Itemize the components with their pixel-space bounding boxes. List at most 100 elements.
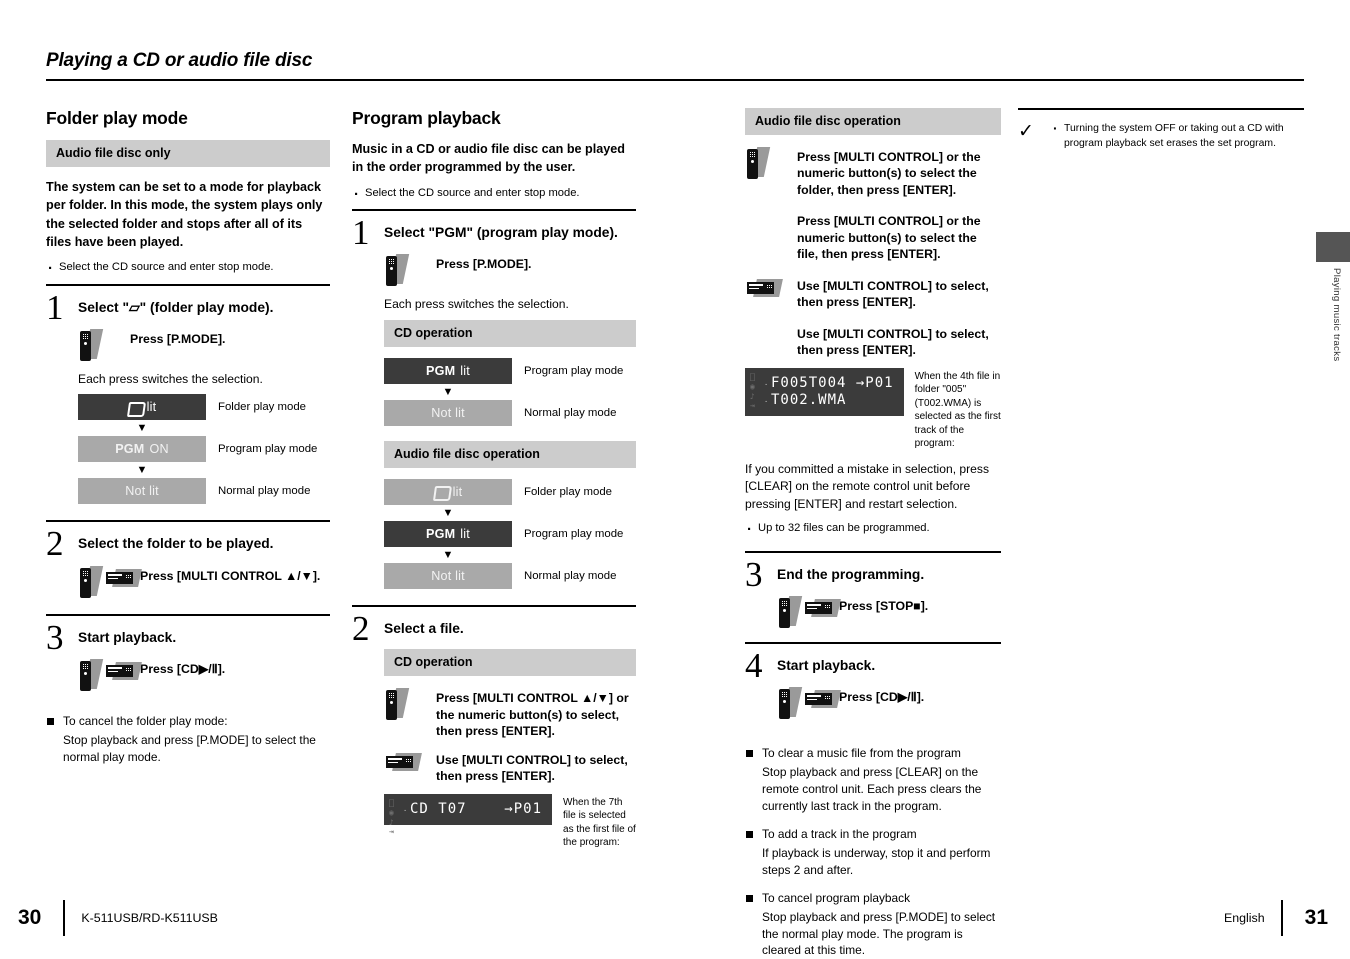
mode-label: Program play mode [524, 527, 624, 540]
step-content: CD operation Press [MULTI CONTROL ▲/▼] o… [384, 649, 636, 849]
lcd-line-1: CD T07 →P01 [410, 800, 543, 817]
graybar-cd-operation: CD operation [384, 319, 636, 347]
cancel-folder-mode-title: To cancel the folder play mode: [46, 713, 330, 730]
mode-label: Program play mode [524, 364, 624, 377]
mode-label: Folder play mode [524, 485, 613, 498]
icon-group [78, 658, 142, 691]
step-content: Press [CD▶/Ⅱ]. [78, 658, 330, 691]
step-heading: Select "PGM" (program play mode). [384, 225, 618, 241]
mode-row: PGM ON Program play mode [78, 436, 330, 463]
instruction-row: Press [P.MODE]. [384, 253, 636, 287]
note-rule [1018, 108, 1304, 110]
icon-group [384, 253, 436, 287]
step-3-folder: 3 Start playback. Press [CD▶/Ⅱ]. [46, 613, 330, 691]
memo-note: ✓ Turning the system OFF or taking out a… [1018, 108, 1304, 151]
step-number: 3 [745, 554, 763, 594]
icon-group [777, 686, 841, 720]
mode-box-not-lit: Not lit [78, 478, 206, 505]
instruction-text: Press [MULTI CONTROL] or the numeric but… [797, 150, 981, 197]
limit-bullet: Up to 32 files can be programmed. [745, 519, 1001, 540]
mode-label: Folder play mode [218, 401, 307, 414]
instruction-text: Press [CD▶/Ⅱ]. [839, 690, 925, 705]
note-body: If playback is underway, stop it and per… [762, 845, 991, 877]
header-rule [46, 79, 1304, 81]
mode-row: Not lit Normal play mode [384, 562, 636, 589]
step-number: 2 [352, 608, 370, 648]
step-heading: Select "▱" (folder play mode). [78, 299, 274, 315]
side-tab-marker [1316, 232, 1350, 262]
icon-group [777, 595, 841, 629]
step-number: 1 [46, 287, 64, 327]
footer-right: English 31 [1224, 900, 1328, 936]
remote-control-icon [777, 596, 803, 629]
manual-page-spread: Playing a CD or audio file disc Folder p… [0, 0, 1350, 957]
instruction-text: Press [P.MODE]. [436, 257, 532, 272]
running-head: Playing a CD or audio file disc [46, 50, 1304, 81]
folder-icon [128, 402, 141, 413]
footer-left: 30 K-511USB/RD-K511USB [18, 900, 218, 936]
mode-row: Not lit Normal play mode [78, 478, 330, 505]
lcd-display-cd: ⎕ ◉ ♪ ⇥ · CD T07 →P01 [384, 793, 553, 836]
mode-box-not-lit: Not lit [384, 399, 512, 426]
remote-control-icon [384, 688, 410, 721]
page-title: Playing a CD or audio file disc [46, 50, 313, 71]
mode-label: Program play mode [218, 443, 318, 456]
instruction-row: Use [MULTI CONTROL] to select, then pres… [745, 275, 1001, 311]
step-content: Press [STOP■]. [777, 595, 1001, 629]
each-press-note: Each press switches the selection. [384, 297, 569, 312]
footer-divider [1280, 900, 1283, 936]
remote-control-icon [78, 658, 104, 691]
lcd-status-icons: ⎕ ◉ ♪ ⇥ [750, 372, 756, 411]
mode-box-pgm-lit: PGM lit [384, 357, 512, 384]
mode-row: Not lit Normal play mode [384, 399, 636, 426]
mode-row: lit Folder play mode [78, 394, 330, 421]
graybar-audio-file-disc-operation: Audio file disc operation [384, 440, 636, 468]
side-tab-label: Playing music tracks [1331, 268, 1342, 362]
lcd-display-group: ⎕ ◉ ♪ ⇥ · · F005T004 →P01 T002.WMA When the … [745, 367, 1001, 451]
icon-group [384, 687, 436, 721]
checkmark-icon: ✓ [1018, 121, 1034, 142]
mode-row: PGM lit Program play mode [384, 357, 636, 384]
mode-row: lit Folder play mode [384, 478, 636, 505]
mode-box-folder-lit: lit [78, 394, 206, 421]
lcd-display-audio-file: ⎕ ◉ ♪ ⇥ · · F005T004 →P01 T002.WMA [745, 367, 904, 416]
lcd-caption: When the 7th file is selected as the fir… [563, 796, 636, 849]
mode-cycle-cd: PGM lit Program play mode ▼ Not lit Norm… [384, 357, 636, 426]
mode-box-folder-lit: lit [384, 478, 512, 505]
remote-control-icon [777, 687, 803, 720]
instruction-text: Use [MULTI CONTROL] to select, then pres… [797, 278, 989, 310]
arrow-down-icon: ▼ [442, 385, 454, 398]
icon-spacer [745, 210, 797, 211]
step-3-program: 3 End the programming. Press [STOP■]. [745, 550, 1001, 629]
icon-group [745, 275, 797, 302]
section-heading-folder-play-mode: Folder play mode [46, 108, 188, 128]
step-2-program: 2 Select a file. CD operation Press [MUL… [352, 604, 636, 850]
step-heading: Start playback. [78, 629, 177, 645]
remote-control-icon [745, 147, 771, 179]
graybar-cd-operation: CD operation [384, 649, 636, 677]
step-2-folder: 2 Select the folder to be played. Press … [46, 520, 330, 598]
column-program-playback: Program playback Music in a CD or audio … [352, 108, 636, 850]
lcd-indicator-dots: · · [764, 380, 770, 406]
mode-box-pgm-on: PGM ON [78, 436, 206, 463]
icon-spacer [745, 323, 797, 324]
lcd-line-1: F005T004 →P01 [771, 374, 894, 391]
step-content: Press [CD▶/Ⅱ]. [777, 686, 1001, 720]
note-body: Stop playback and press [CLEAR] on the r… [762, 765, 982, 814]
step-1-folder: 1 Select "▱" (folder play mode). Press [… [46, 283, 330, 505]
step-number: 3 [46, 617, 64, 657]
step-heading: Select a file. [384, 620, 464, 636]
instruction-row: Press [STOP■]. [777, 595, 1001, 629]
program-intro: Music in a CD or audio file disc can be … [352, 142, 625, 175]
lcd-indicator-dots: · [403, 806, 409, 815]
program-intro-bullet: Select the CD source and enter stop mode… [352, 184, 636, 205]
remote-control-icon [78, 565, 104, 598]
column-folder-play-mode: Folder play mode Audio file disc only Th… [46, 108, 330, 766]
step-number: 4 [745, 646, 763, 686]
instruction-text: Press [MULTI CONTROL ▲/▼]. [140, 568, 321, 583]
arrow-down-icon: ▼ [442, 548, 454, 561]
note-text: Turning the system OFF or taking out a C… [1052, 118, 1304, 151]
arrow-down-icon: ▼ [442, 506, 454, 519]
stereo-unit-icon [106, 659, 142, 685]
folder-icon [434, 486, 447, 497]
